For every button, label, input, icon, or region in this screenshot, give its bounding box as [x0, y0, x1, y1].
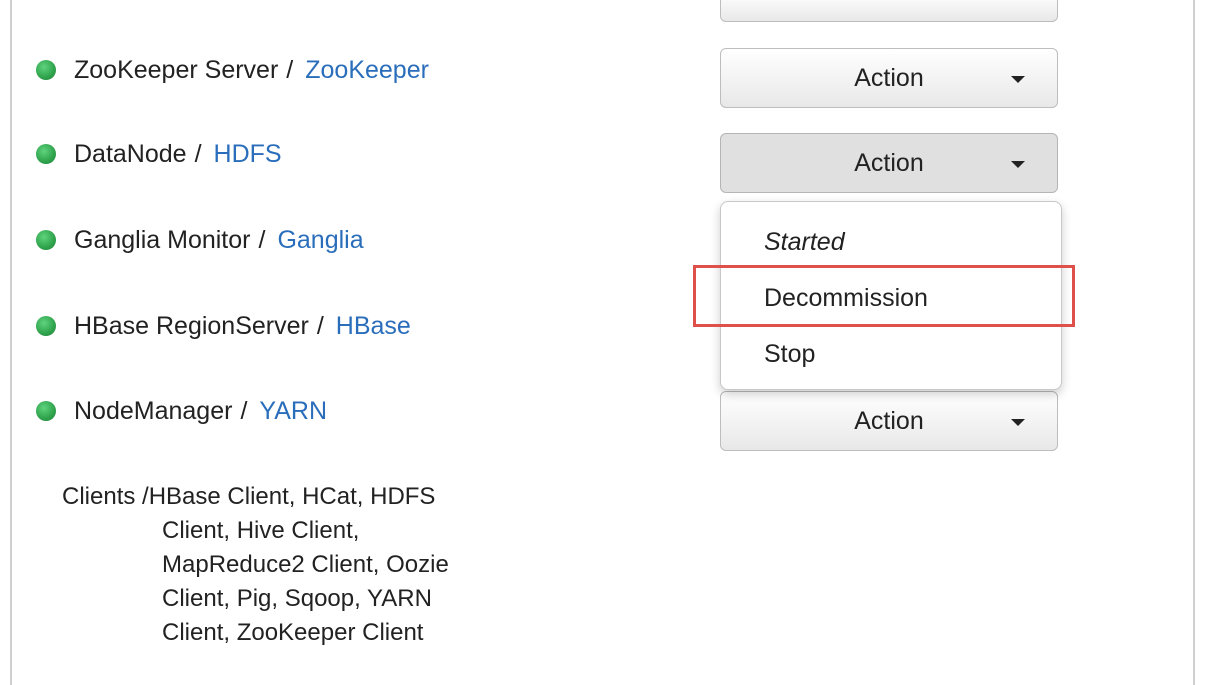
action-button-nodemanager[interactable]: Action: [720, 391, 1058, 451]
caret-down-icon: [1011, 161, 1025, 168]
highlight-box: [693, 265, 1075, 327]
separator: /: [286, 55, 294, 84]
component-name: NodeManager: [74, 396, 233, 425]
clients-line: Client, Pig, Sqoop, YARN: [162, 585, 432, 612]
component-row-ganglia-monitor: Ganglia Monitor / Ganglia: [36, 220, 364, 260]
component-name: Ganglia Monitor: [74, 225, 251, 254]
caret-down-icon: [1011, 419, 1025, 426]
caret-down-icon: [1011, 76, 1025, 83]
clients-line: MapReduce2 Client, Oozie: [162, 551, 449, 578]
component-name: HBase RegionServer: [74, 311, 309, 340]
action-button-zookeeper-server[interactable]: Action: [720, 48, 1058, 108]
service-link-hbase[interactable]: HBase: [336, 312, 411, 341]
component-row-hbase-regionserver: HBase RegionServer / HBase: [36, 306, 411, 346]
clients-line: Client, ZooKeeper Client: [162, 619, 424, 646]
status-started-icon: [36, 316, 56, 336]
status-started-icon: [36, 401, 56, 421]
action-button-label: Action: [854, 148, 924, 177]
status-started-icon: [36, 230, 56, 250]
action-button-label: Action: [854, 63, 924, 92]
panel-right-border: [1193, 0, 1195, 685]
separator: /: [316, 311, 324, 340]
clients-line: Client, Hive Client,: [162, 517, 360, 544]
component-row-zookeeper-server: ZooKeeper Server / ZooKeeper: [36, 50, 429, 90]
menu-item-stop[interactable]: Stop: [764, 340, 815, 369]
menu-status-started: Started: [764, 228, 845, 256]
component-row-datanode: DataNode / HDFS: [36, 134, 282, 174]
clients-label: Clients /HBase Client, HCat, HDFS: [62, 483, 436, 510]
action-button-datanode[interactable]: Action: [720, 133, 1058, 193]
service-link-hdfs[interactable]: HDFS: [214, 140, 282, 169]
component-name: ZooKeeper Server: [74, 55, 279, 84]
component-row-nodemanager: NodeManager / YARN: [36, 391, 327, 431]
separator: /: [240, 396, 248, 425]
separator: /: [258, 225, 266, 254]
service-link-ganglia[interactable]: Ganglia: [277, 226, 363, 255]
status-started-icon: [36, 144, 56, 164]
service-link-yarn[interactable]: YARN: [259, 397, 327, 426]
clients-list: Clients /HBase Client, HCat, HDFS Client…: [62, 480, 449, 650]
panel-left-border: [10, 0, 12, 685]
separator: /: [194, 139, 202, 168]
service-link-zookeeper[interactable]: ZooKeeper: [305, 56, 429, 85]
component-name: DataNode: [74, 139, 187, 168]
status-started-icon: [36, 60, 56, 80]
action-button-partial[interactable]: [720, 0, 1058, 22]
action-button-label: Action: [854, 406, 924, 435]
